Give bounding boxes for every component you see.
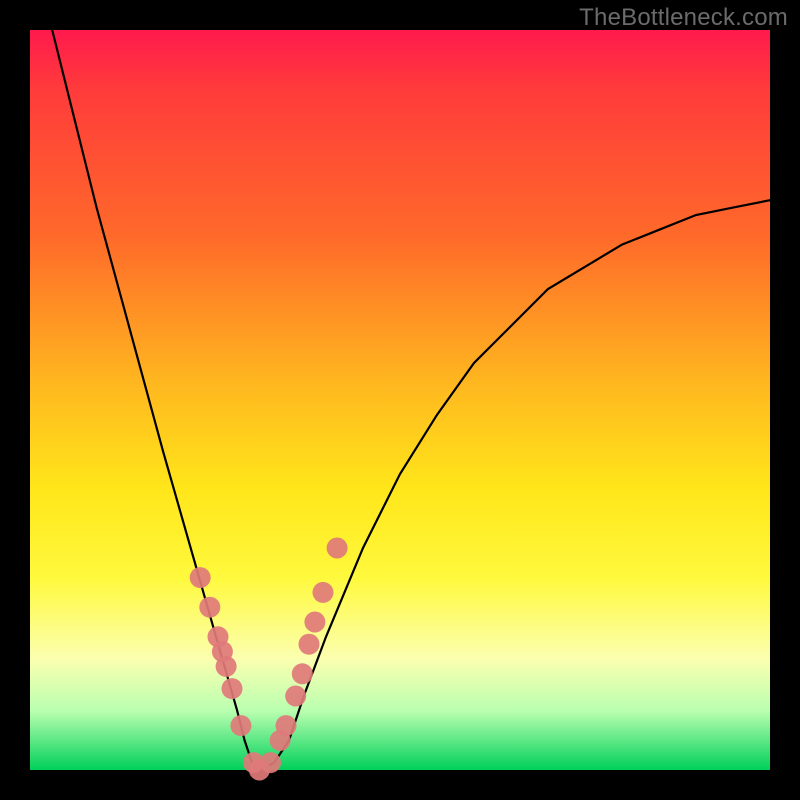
highlighted-point (292, 663, 313, 684)
highlighted-points-group (190, 538, 348, 781)
bottleneck-curve (52, 30, 770, 770)
highlighted-point (313, 582, 334, 603)
highlighted-point (230, 715, 251, 736)
highlighted-point (285, 686, 306, 707)
highlighted-point (276, 715, 297, 736)
chart-svg (30, 30, 770, 770)
highlighted-point (304, 612, 325, 633)
highlighted-point (216, 656, 237, 677)
chart-frame: TheBottleneck.com (0, 0, 800, 800)
highlighted-point (190, 567, 211, 588)
highlighted-point (327, 538, 348, 559)
watermark-text: TheBottleneck.com (579, 4, 788, 32)
highlighted-point (222, 678, 243, 699)
highlighted-point (199, 597, 220, 618)
highlighted-point (299, 634, 320, 655)
highlighted-point (260, 752, 281, 773)
